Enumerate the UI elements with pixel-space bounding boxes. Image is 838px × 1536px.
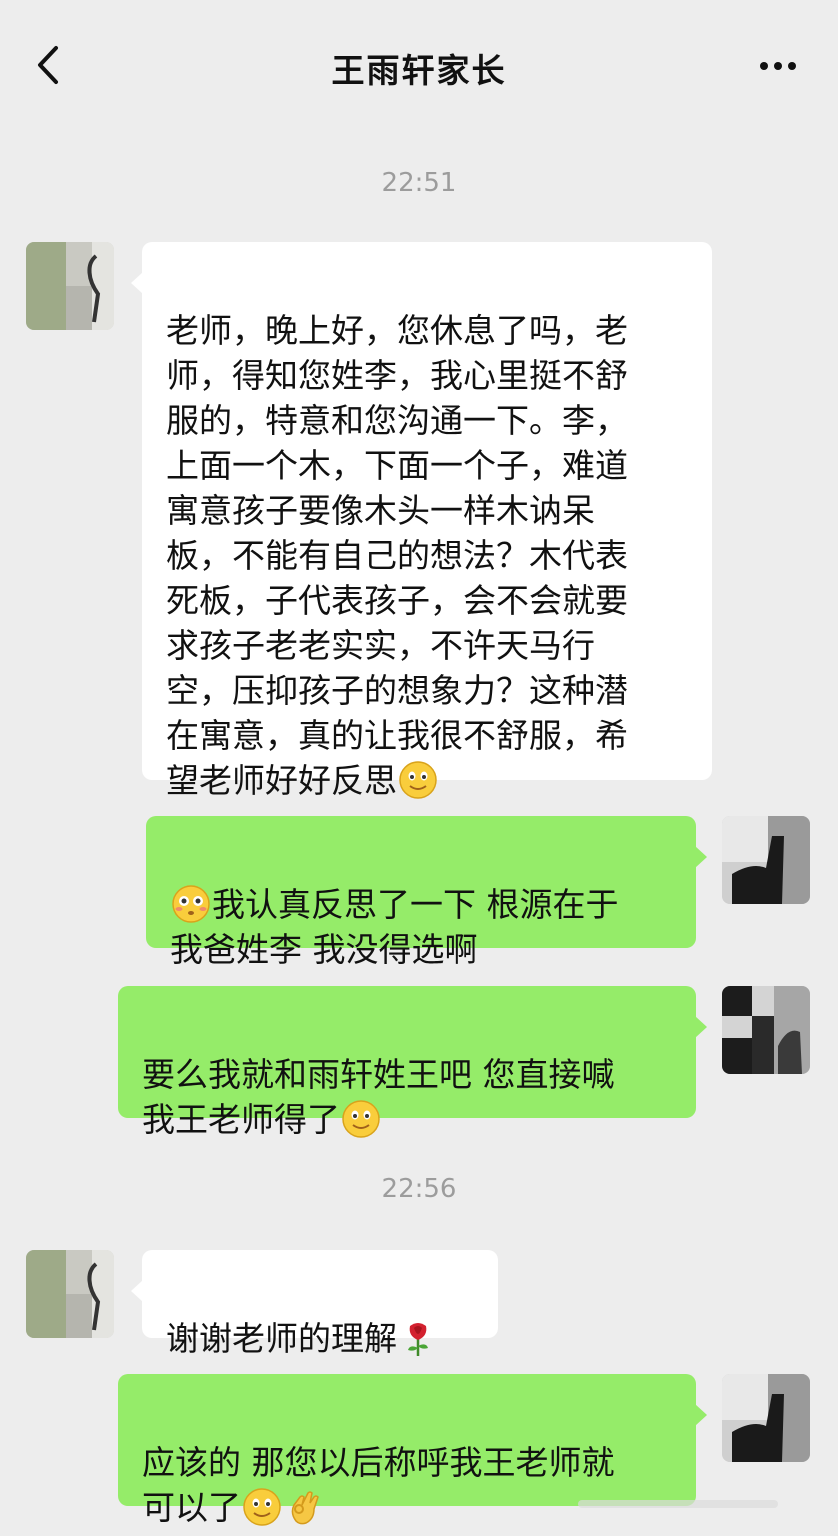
message-bubble-outgoing[interactable]: 我认真反思了一下 根源在于 我爸姓李 我没得选啊 — [146, 816, 707, 969]
watermark-decoration — [578, 1500, 778, 1508]
my-avatar[interactable] — [722, 1374, 810, 1462]
chat-title: 王雨轩家长 — [331, 51, 507, 90]
rose-emoji — [408, 1323, 428, 1356]
message-bubble-outgoing[interactable]: 应该的 那您以后称呼我王老师就 可以了 — [118, 1374, 707, 1527]
timestamp: 22:56 — [381, 1174, 457, 1204]
contact-avatar[interactable] — [26, 242, 114, 330]
message-bubble-incoming[interactable]: 谢谢老师的理解 — [131, 1250, 498, 1358]
message-bubble-outgoing[interactable]: 要么我就和雨轩姓王吧 您直接喊 我王老师得了 — [118, 986, 707, 1139]
smile-emoji — [399, 761, 437, 799]
message-bubble-incoming[interactable]: 老师，晚上好，您休息了吗，老 师，得知您姓李，我心里挺不舒 服的，特意和您沟通一… — [131, 242, 712, 800]
my-avatar[interactable] — [722, 816, 810, 904]
message-text: 我认真反思了一下 根源在于 我爸姓李 我没得选啊 — [170, 885, 619, 969]
message-text: 老师，晚上好，您休息了吗，老 师，得知您姓李，我心里挺不舒 服的，特意和您沟通一… — [166, 311, 628, 800]
my-avatar[interactable] — [722, 986, 810, 1074]
nav-bar: 王雨轩家长 — [0, 0, 838, 130]
smile-emoji — [243, 1488, 281, 1526]
contact-avatar[interactable] — [26, 1250, 114, 1338]
message-text: 应该的 那您以后称呼我王老师就 可以了 — [142, 1443, 615, 1527]
message-text: 谢谢老师的理解 — [166, 1319, 397, 1358]
more-dots-icon[interactable] — [756, 48, 800, 84]
ok-hand-emoji — [291, 1491, 319, 1525]
smile-emoji — [342, 1100, 380, 1138]
timestamp: 22:51 — [381, 168, 457, 198]
flushed-emoji — [172, 885, 210, 923]
